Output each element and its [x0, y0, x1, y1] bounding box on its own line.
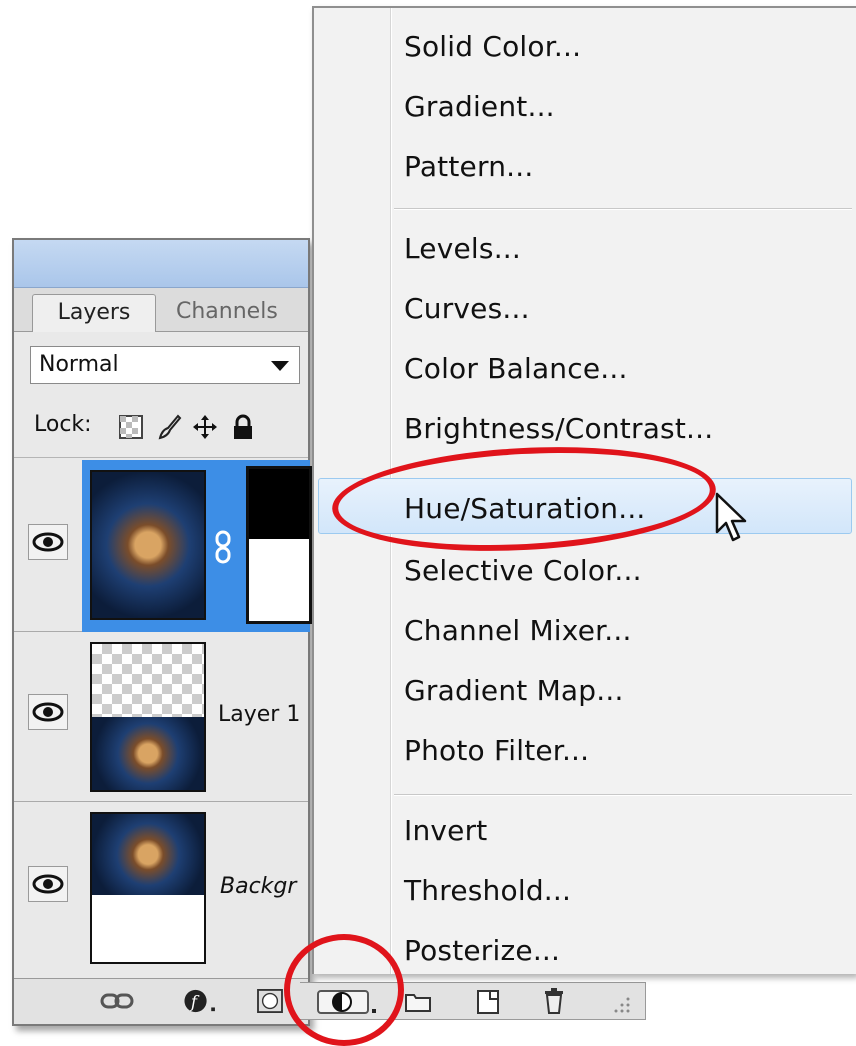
chevron-down-icon — [271, 361, 289, 371]
eye-icon[interactable] — [28, 524, 68, 560]
layer-row-background[interactable]: Backgr — [14, 802, 308, 974]
blend-mode-value: Normal — [39, 352, 119, 377]
lock-label: Lock: — [34, 412, 92, 437]
eye-icon[interactable] — [28, 694, 68, 730]
lock-brush-icon[interactable] — [156, 414, 182, 440]
layer-mask-thumbnail — [246, 466, 312, 624]
menu-item-brightness-contrast[interactable]: Brightness/Contrast... — [404, 412, 713, 445]
tab-channels[interactable]: Channels — [166, 294, 326, 332]
menu-item-photo-filter[interactable]: Photo Filter... — [404, 734, 589, 767]
menu-item-color-balance[interactable]: Color Balance... — [404, 352, 628, 385]
layer-row-selected[interactable] — [14, 460, 312, 632]
tab-layers[interactable]: Layers — [32, 294, 156, 332]
layers-panel: Layers Channels Normal Lock: Layer 1 Bac… — [12, 238, 312, 1026]
layer-thumbnail — [90, 642, 206, 792]
blend-mode-select[interactable]: Normal — [30, 346, 300, 384]
new-layer-icon[interactable] — [476, 989, 500, 1015]
menu-item-gradient-map[interactable]: Gradient Map... — [404, 674, 624, 707]
layer-thumbnail — [90, 470, 206, 620]
annotation-ring-button — [284, 934, 404, 1046]
layer-style-icon[interactable]: f — [182, 989, 222, 1013]
lock-row: Lock: — [14, 398, 308, 458]
layer-row[interactable]: Layer 1 — [14, 632, 308, 802]
menu-item-pattern[interactable]: Pattern... — [404, 150, 533, 183]
menu-item-gradient[interactable]: Gradient... — [404, 90, 555, 123]
panel-titlebar[interactable] — [14, 240, 308, 288]
menu-item-selective-color[interactable]: Selective Color... — [404, 554, 642, 587]
mouse-cursor-icon — [715, 492, 747, 542]
menu-separator — [394, 794, 852, 796]
lock-move-icon[interactable] — [192, 414, 218, 440]
layer-name: Backgr — [220, 874, 297, 899]
folder-icon[interactable] — [404, 991, 432, 1013]
menu-item-levels[interactable]: Levels... — [404, 232, 521, 265]
link-layers-icon[interactable] — [100, 989, 134, 1013]
menu-item-solid-color[interactable]: Solid Color... — [404, 30, 581, 63]
resize-grip-icon[interactable] — [612, 995, 632, 1015]
trash-icon[interactable] — [542, 987, 566, 1015]
panel-tabs: Layers Channels — [14, 288, 308, 332]
mask-icon[interactable] — [256, 989, 284, 1013]
eye-icon[interactable] — [28, 866, 68, 902]
layer-thumbnail — [90, 812, 206, 964]
lock-all-icon[interactable] — [230, 414, 256, 440]
menu-item-invert[interactable]: Invert — [404, 814, 488, 847]
menu-separator — [394, 208, 852, 210]
layers-bottom-toolbar: f — [14, 978, 308, 1024]
menu-item-posterize[interactable]: Posterize... — [404, 934, 560, 967]
lock-transparency-icon[interactable] — [118, 414, 144, 440]
layer-name: Layer 1 — [218, 702, 301, 727]
menu-item-threshold[interactable]: Threshold... — [404, 874, 571, 907]
menu-item-curves[interactable]: Curves... — [404, 292, 530, 325]
link-chain-icon[interactable] — [214, 530, 232, 564]
menu-item-channel-mixer[interactable]: Channel Mixer... — [404, 614, 632, 647]
